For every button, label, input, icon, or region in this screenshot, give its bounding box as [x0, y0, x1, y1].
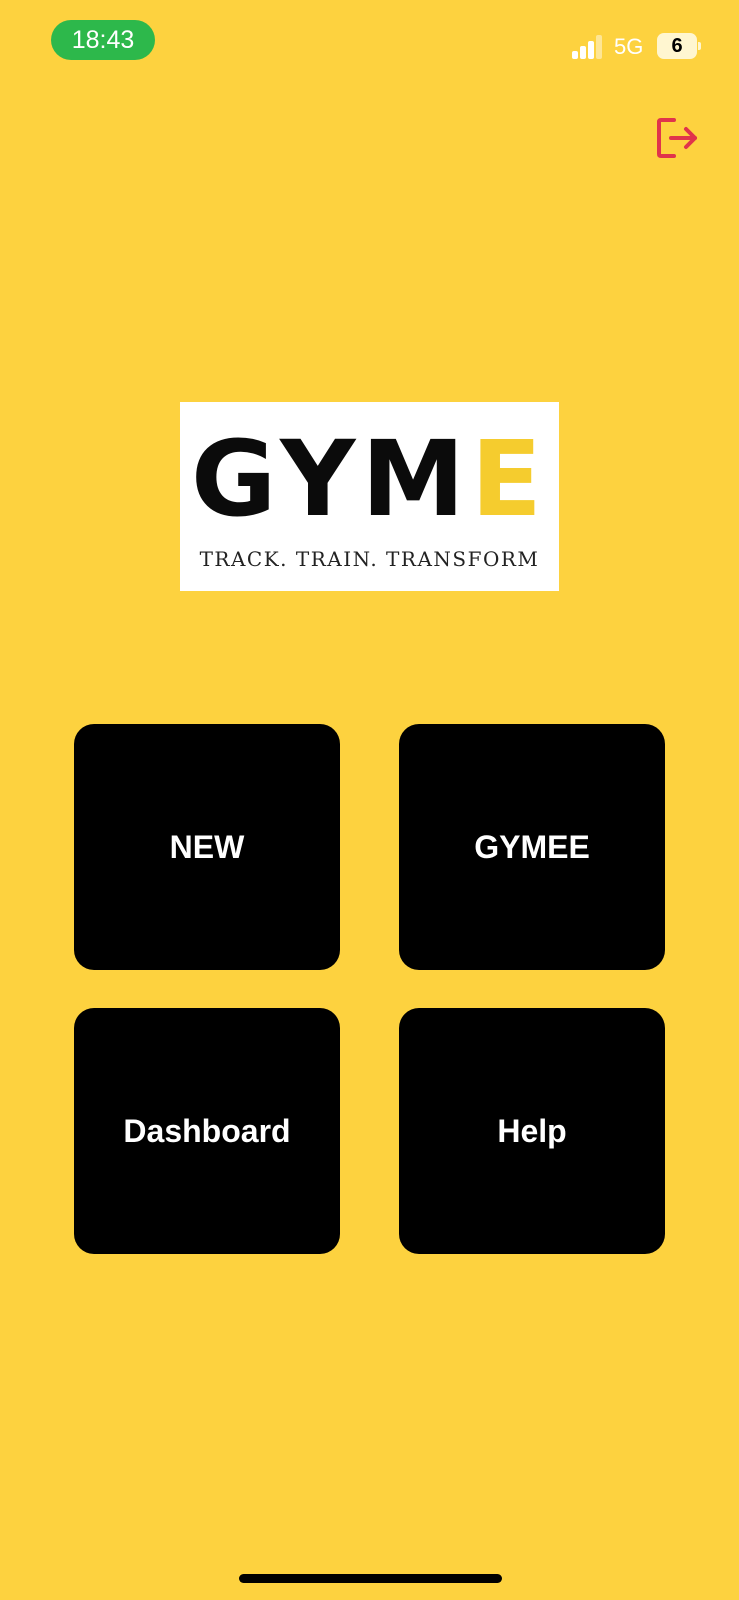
gyme-logo: GYME TRACK. TRAIN. TRANSFORM	[180, 402, 559, 591]
new-button-label: NEW	[169, 828, 245, 865]
gymee-button[interactable]: GYMEE	[399, 724, 665, 970]
home-indicator[interactable]	[239, 1574, 502, 1583]
help-button[interactable]: Help	[399, 1008, 665, 1254]
battery-icon: 6	[657, 33, 701, 59]
gymee-button-label: GYMEE	[474, 828, 590, 865]
logo-wordmark: GYME	[180, 424, 559, 534]
battery-level: 6	[671, 35, 683, 57]
status-bar: 18:43 5G 6	[0, 0, 739, 80]
logo-tagline: TRACK. TRAIN. TRANSFORM	[199, 547, 540, 571]
help-button-label: Help	[497, 1112, 567, 1149]
network-type: 5G	[614, 34, 644, 59]
new-button[interactable]: NEW	[74, 724, 340, 970]
status-time: 18:43	[51, 20, 155, 60]
logo-brand-main: GYM	[191, 418, 471, 540]
cellular-signal-icon	[572, 35, 604, 59]
logout-button[interactable]	[654, 114, 702, 162]
logout-icon	[657, 118, 697, 158]
dashboard-button-label: Dashboard	[123, 1112, 291, 1149]
dashboard-button[interactable]: Dashboard	[74, 1008, 340, 1254]
logo-brand-accent: E	[470, 418, 548, 540]
